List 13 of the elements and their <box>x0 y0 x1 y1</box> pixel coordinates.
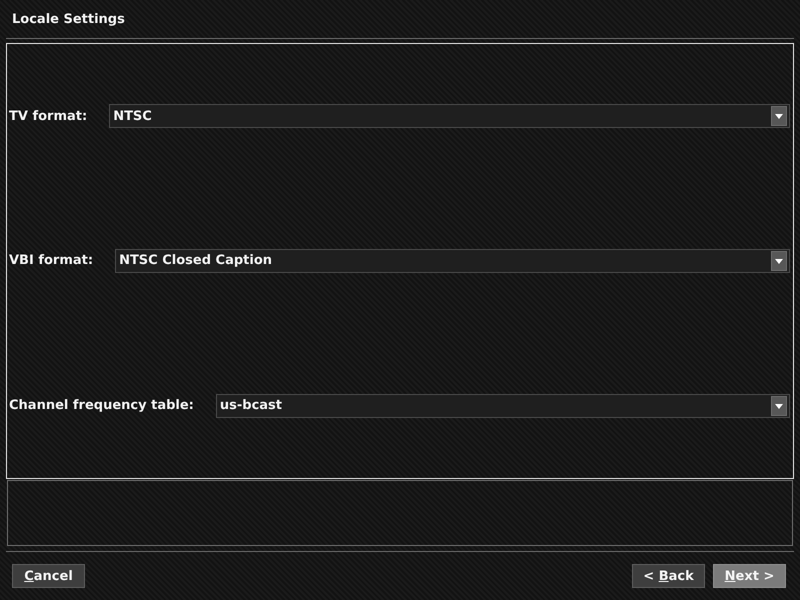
dropdown[interactable]: us-bcast <box>216 394 790 418</box>
caret-icon <box>771 106 787 126</box>
field-label: Channel frequency table: <box>9 398 194 414</box>
cancel-button[interactable]: Cancel <box>12 564 85 588</box>
field-label: TV format: <box>9 108 88 124</box>
next-button[interactable]: Next > <box>713 564 786 588</box>
caret-icon <box>771 250 787 271</box>
dropdown[interactable]: NTSC <box>109 104 790 128</box>
field-label: VBI format: <box>9 253 94 268</box>
back-button[interactable]: < Back <box>632 564 705 588</box>
caret-icon <box>771 396 787 416</box>
screen-title: Locale Settings <box>12 12 125 26</box>
dropdown[interactable]: NTSC Closed Caption <box>115 248 790 273</box>
